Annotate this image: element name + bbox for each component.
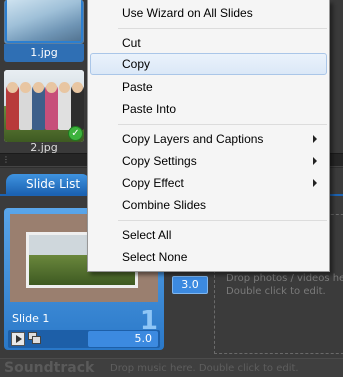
file-thumbnail-1[interactable]	[4, 0, 84, 44]
menu-item-select-all[interactable]: Select All	[90, 224, 327, 246]
menu-item-use-wizard[interactable]: Use Wizard on All Slides	[90, 2, 327, 24]
file-name-1[interactable]: 1.jpg	[4, 44, 84, 62]
play-icon[interactable]	[11, 332, 25, 346]
menu-item-copy-settings[interactable]: Copy Settings	[90, 150, 327, 172]
layers-icon[interactable]	[28, 332, 42, 346]
soundtrack-bar[interactable]: Soundtrack Drop music here. Double click…	[0, 358, 343, 377]
submenu-arrow-icon	[313, 135, 317, 143]
drop-hint: Drop photos / videos here Double click t…	[226, 273, 343, 297]
menu-item-paste[interactable]: Paste	[90, 76, 327, 98]
transition-duration[interactable]: 3.0	[172, 276, 208, 294]
menu-item-cut[interactable]: Cut	[90, 32, 327, 54]
menu-item-select-none[interactable]: Select None	[90, 246, 327, 268]
slide-name: Slide 1	[12, 312, 50, 325]
slide-duration[interactable]: 5.0	[88, 331, 158, 347]
soundtrack-hint: Drop music here. Double click to edit.	[110, 363, 299, 374]
check-icon: ✓	[68, 126, 83, 141]
menu-item-copy-effect[interactable]: Copy Effect	[90, 172, 327, 194]
menu-item-copy-layers-captions[interactable]: Copy Layers and Captions	[90, 128, 327, 150]
menu-item-copy[interactable]: Copy	[90, 53, 327, 75]
menu-item-combine-slides[interactable]: Combine Slides	[90, 194, 327, 216]
soundtrack-label: Soundtrack	[4, 360, 95, 376]
submenu-arrow-icon	[313, 157, 317, 165]
menu-item-paste-into[interactable]: Paste Into	[90, 98, 327, 120]
context-menu: Use Wizard on All Slides Cut Copy Paste …	[87, 0, 330, 272]
tab-slide-list[interactable]: Slide List	[6, 174, 90, 194]
submenu-arrow-icon	[313, 179, 317, 187]
